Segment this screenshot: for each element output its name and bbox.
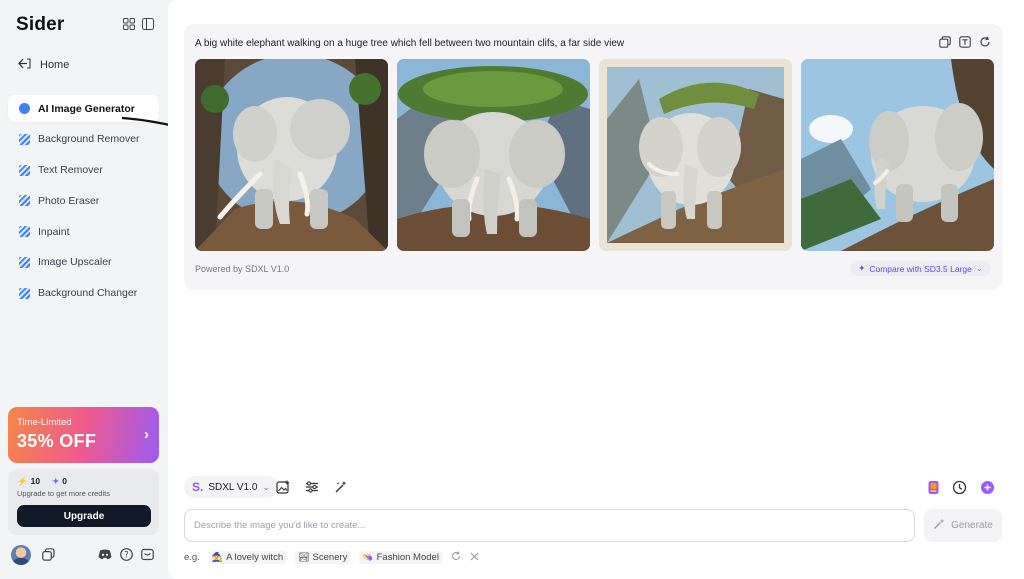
credits-panel: ⚡ 10 ✦ 0 Upgrade to get more credits Upgra… <box>8 469 159 535</box>
promo-subtitle: Time-Limited <box>17 417 72 428</box>
sidebar-item-label: Text Remover <box>38 164 103 177</box>
background-changer-icon <box>19 287 30 299</box>
copy-icon[interactable] <box>939 35 951 53</box>
promo-banner[interactable]: Time-Limited 35% OFF › <box>8 407 159 463</box>
generated-image-4[interactable] <box>801 59 994 251</box>
example-prompts: e.g. 🧙 A lovely witch 🏞 Scenery 👒 Fashion M… <box>184 551 479 564</box>
brand-logo[interactable]: Sider <box>16 14 65 36</box>
example-prompt-fashion-model[interactable]: 👒 Fashion Model <box>359 551 442 564</box>
prompt-input-container <box>184 509 915 542</box>
generate-label: Generate <box>951 520 993 531</box>
model-name: SDXL V1.0 <box>208 481 258 493</box>
sidebar-item-photo-eraser[interactable]: Photo Eraser <box>8 187 159 214</box>
home-link[interactable]: Home <box>18 58 69 72</box>
home-label: Home <box>40 59 70 71</box>
credits-note: Upgrade to get more credits <box>17 489 110 498</box>
examples-prefix: e.g. <box>184 552 200 563</box>
scenery-icon: 🏞 <box>298 552 310 562</box>
back-arrow-icon <box>18 58 31 72</box>
chevron-right-icon: › <box>144 426 149 443</box>
basic-credits: ⚡ 10 <box>17 476 41 486</box>
result-card: A big white elephant walking on a huge t… <box>184 24 1002 290</box>
sidebar-toggle-icon[interactable] <box>141 17 154 30</box>
sidebar-item-background-changer[interactable]: Background Changer <box>8 280 159 307</box>
sidebar-item-text-remover[interactable]: Text Remover <box>8 157 159 184</box>
help-icon[interactable]: ? <box>120 548 133 561</box>
prompt-text: A big white elephant walking on a huge t… <box>195 38 625 49</box>
gallery-icon[interactable] <box>926 480 941 495</box>
promo-title: 35% OFF <box>17 431 97 451</box>
sidebar: Sider Home AI Image Generator Background… <box>0 0 168 579</box>
sidebar-item-inpaint[interactable]: Inpaint <box>8 218 159 245</box>
upgrade-button[interactable]: Upgrade <box>17 505 151 527</box>
regenerate-icon[interactable] <box>979 35 991 53</box>
feedback-icon[interactable] <box>141 548 154 561</box>
main-panel: A big white elephant walking on a huge t… <box>168 0 1024 579</box>
image-upscaler-icon <box>19 256 30 268</box>
bolt-icon: ⚡ <box>17 476 28 486</box>
discord-icon[interactable] <box>98 548 112 561</box>
prompt-input[interactable] <box>185 510 914 541</box>
sidebar-item-label: Inpaint <box>38 225 70 238</box>
close-icon[interactable] <box>470 552 479 564</box>
edit-prompt-icon[interactable] <box>959 35 971 53</box>
chevron-down-icon: ⌄ <box>262 481 270 492</box>
new-chat-icon[interactable] <box>980 480 995 495</box>
apps-grid-icon[interactable] <box>122 17 135 30</box>
background-remover-icon <box>19 133 30 145</box>
copy-icon[interactable] <box>42 548 55 561</box>
chevron-down-icon: ⌄ <box>975 263 983 273</box>
photo-eraser-icon <box>19 195 30 207</box>
model-selector[interactable]: S. SDXL V1.0 ⌄ <box>184 476 278 498</box>
avatar[interactable] <box>11 545 31 565</box>
sidebar-item-label: Image Upscaler <box>38 256 112 269</box>
magic-wand-icon[interactable] <box>334 480 348 494</box>
generated-image-1[interactable] <box>195 59 388 251</box>
sparkle-icon: ✦ <box>52 476 60 486</box>
image-upload-icon[interactable] <box>276 480 290 494</box>
magic-wand-icon <box>933 518 945 533</box>
generated-image-3[interactable] <box>599 59 792 251</box>
generate-button[interactable]: Generate <box>924 509 1002 542</box>
fashion-icon: 👒 <box>362 552 374 562</box>
sidebar-item-label: Background Changer <box>38 287 138 300</box>
example-prompt-witch[interactable]: 🧙 A lovely witch <box>208 551 287 564</box>
example-prompt-scenery[interactable]: 🏞 Scenery <box>295 551 351 564</box>
sparkle-icon: ✦ <box>858 263 866 273</box>
settings-sliders-icon[interactable] <box>305 480 319 494</box>
powered-by-label: Powered by SDXL V1.0 <box>195 264 290 274</box>
model-logo-icon: S. <box>192 480 204 494</box>
history-icon[interactable] <box>952 480 967 495</box>
text-remover-icon <box>19 164 30 176</box>
generated-image-2[interactable] <box>397 59 590 251</box>
compare-label: Compare with SD3.5 Large <box>869 263 972 274</box>
sidebar-item-image-upscaler[interactable]: Image Upscaler <box>8 249 159 276</box>
advanced-credits: ✦ 0 <box>52 476 67 486</box>
svg-text:?: ? <box>124 551 129 561</box>
compare-model-button[interactable]: ✦ Compare with SD3.5 Large ⌄ <box>850 261 991 276</box>
ai-image-icon <box>19 103 30 114</box>
refresh-examples-icon[interactable] <box>451 551 461 564</box>
sidebar-item-label: Photo Eraser <box>38 194 100 207</box>
inpaint-icon <box>19 226 30 238</box>
witch-icon: 🧙 <box>211 552 224 562</box>
